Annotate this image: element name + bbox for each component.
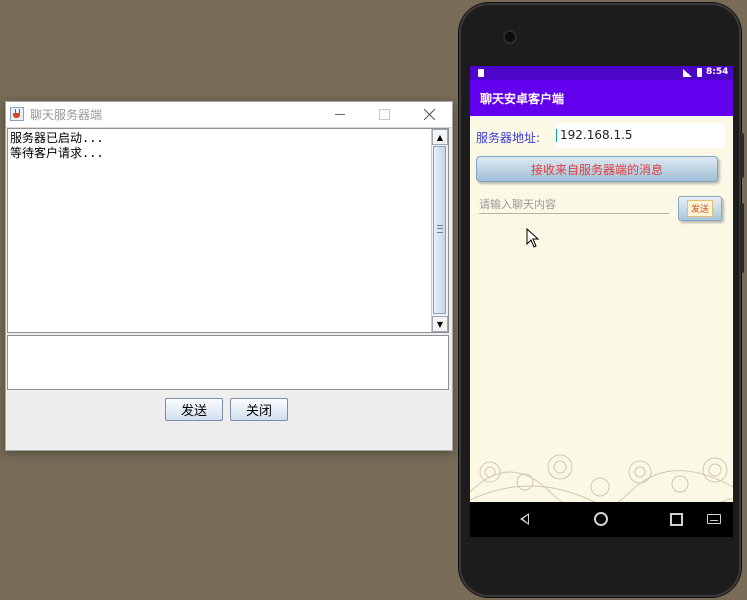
app-bar: 聊天安卓客户端 — [470, 80, 733, 116]
server-title-bar[interactable]: 聊天服务器端 — [6, 102, 452, 128]
scroll-up-button[interactable]: ▲ — [432, 129, 448, 145]
floral-background-decoration — [470, 454, 733, 502]
server-address-row: 服务器地址: 192.168.1.5 — [470, 123, 733, 148]
app-title: 聊天安卓客户端 — [480, 92, 565, 106]
client-send-label: 发送 — [686, 200, 713, 217]
power-button — [740, 133, 744, 178]
chat-message-input[interactable]: 请输入聊天内容 — [479, 195, 669, 214]
status-time: 8:54 — [706, 67, 729, 77]
receive-messages-button[interactable]: 接收来自服务器端的消息 — [476, 156, 718, 182]
server-window-title: 聊天服务器端 — [30, 108, 103, 122]
close-window-button[interactable] — [407, 102, 452, 127]
client-send-button[interactable]: 发送 — [678, 196, 722, 221]
server-window: 聊天服务器端 服务器已启动... 等待客户请求... ▲ ▼ 发送 关闭 — [5, 101, 453, 451]
scroll-thumb[interactable] — [433, 146, 446, 314]
chat-message-placeholder: 请输入聊天内容 — [479, 198, 556, 211]
text-cursor — [556, 129, 557, 142]
vertical-scrollbar[interactable]: ▲ ▼ — [431, 129, 448, 332]
recent-apps-icon[interactable] — [670, 513, 683, 526]
keyboard-icon[interactable] — [707, 514, 721, 524]
grip-icon — [437, 225, 443, 233]
server-close-button[interactable]: 关闭 — [230, 398, 288, 421]
volume-button — [740, 203, 744, 273]
minimize-button[interactable] — [317, 102, 362, 127]
scroll-down-button[interactable]: ▼ — [432, 316, 448, 332]
sd-card-icon — [478, 69, 484, 77]
minimize-icon — [334, 114, 345, 115]
server-address-input[interactable]: 192.168.1.5 — [555, 123, 725, 148]
server-chat-log-area[interactable]: 服务器已启动... 等待客户请求... ▲ ▼ — [7, 128, 449, 333]
maximize-icon — [379, 109, 390, 120]
server-address-value: 192.168.1.5 — [560, 128, 633, 142]
close-icon — [424, 109, 435, 120]
front-camera-icon — [503, 30, 517, 44]
mouse-pointer-icon — [526, 228, 540, 248]
android-screen: 8:54 聊天安卓客户端 服务器地址: 192.168.1.5 接收来自服务器端… — [470, 66, 733, 502]
battery-icon — [697, 68, 702, 77]
server-address-label: 服务器地址: — [476, 131, 541, 145]
signal-icon — [683, 69, 692, 77]
home-icon[interactable] — [594, 512, 608, 526]
android-navigation-bar — [470, 502, 733, 537]
server-message-input[interactable] — [7, 335, 449, 390]
back-icon[interactable] — [520, 513, 529, 525]
server-chat-log: 服务器已启动... 等待客户请求... — [10, 131, 104, 160]
android-status-bar: 8:54 — [470, 66, 733, 80]
maximize-button[interactable] — [362, 102, 407, 127]
java-cup-icon — [10, 107, 24, 121]
server-send-button[interactable]: 发送 — [165, 398, 223, 421]
